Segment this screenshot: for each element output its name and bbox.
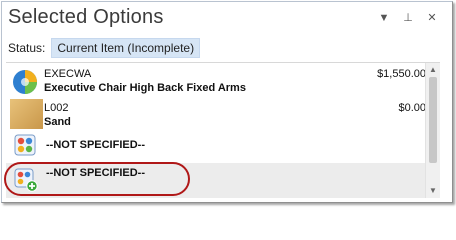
status-row: Status: Current Item (Incomplete)	[8, 38, 201, 58]
panel-controls: ▼ ⊥ ✕	[378, 12, 438, 24]
selected-options-panel: Selected Options ▼ ⊥ ✕ Status: Current I…	[1, 1, 453, 203]
not-specified-label: --NOT SPECIFIED--	[46, 167, 145, 179]
option-group-add-icon	[14, 168, 38, 192]
item-code: L002	[44, 102, 69, 114]
pin-icon[interactable]: ⊥	[402, 12, 414, 24]
item-price: $1,550.00	[377, 68, 426, 80]
scroll-up-icon[interactable]: ▲	[428, 65, 438, 75]
not-specified-label: --NOT SPECIFIED--	[46, 139, 145, 151]
status-label: Status:	[8, 41, 46, 55]
panel-title: Selected Options	[8, 6, 164, 28]
scroll-down-icon[interactable]: ▼	[428, 186, 438, 196]
list-item[interactable]: --NOT SPECIFIED--	[6, 131, 428, 161]
scrollbar-thumb[interactable]	[429, 77, 437, 163]
item-code: EXECWA	[44, 68, 92, 80]
item-description: Sand	[44, 116, 71, 128]
status-badge: Current Item (Incomplete)	[51, 38, 201, 58]
list-item[interactable]: EXECWA Executive Chair High Back Fixed A…	[6, 65, 428, 97]
sand-swatch-icon	[10, 99, 43, 129]
dropdown-icon[interactable]: ▼	[378, 12, 390, 24]
vertical-scrollbar[interactable]: ▲ ▼	[425, 63, 440, 198]
item-description: Executive Chair High Back Fixed Arms	[44, 82, 246, 94]
option-group-icon	[14, 134, 36, 156]
list-item[interactable]: --NOT SPECIFIED--	[6, 163, 428, 198]
item-price: $0.00	[398, 102, 426, 114]
colorful-chart-icon	[13, 70, 37, 94]
options-list[interactable]: EXECWA Executive Chair High Back Fixed A…	[6, 62, 440, 198]
close-icon[interactable]: ✕	[426, 12, 438, 24]
list-item[interactable]: L002 Sand $0.00	[6, 99, 428, 131]
